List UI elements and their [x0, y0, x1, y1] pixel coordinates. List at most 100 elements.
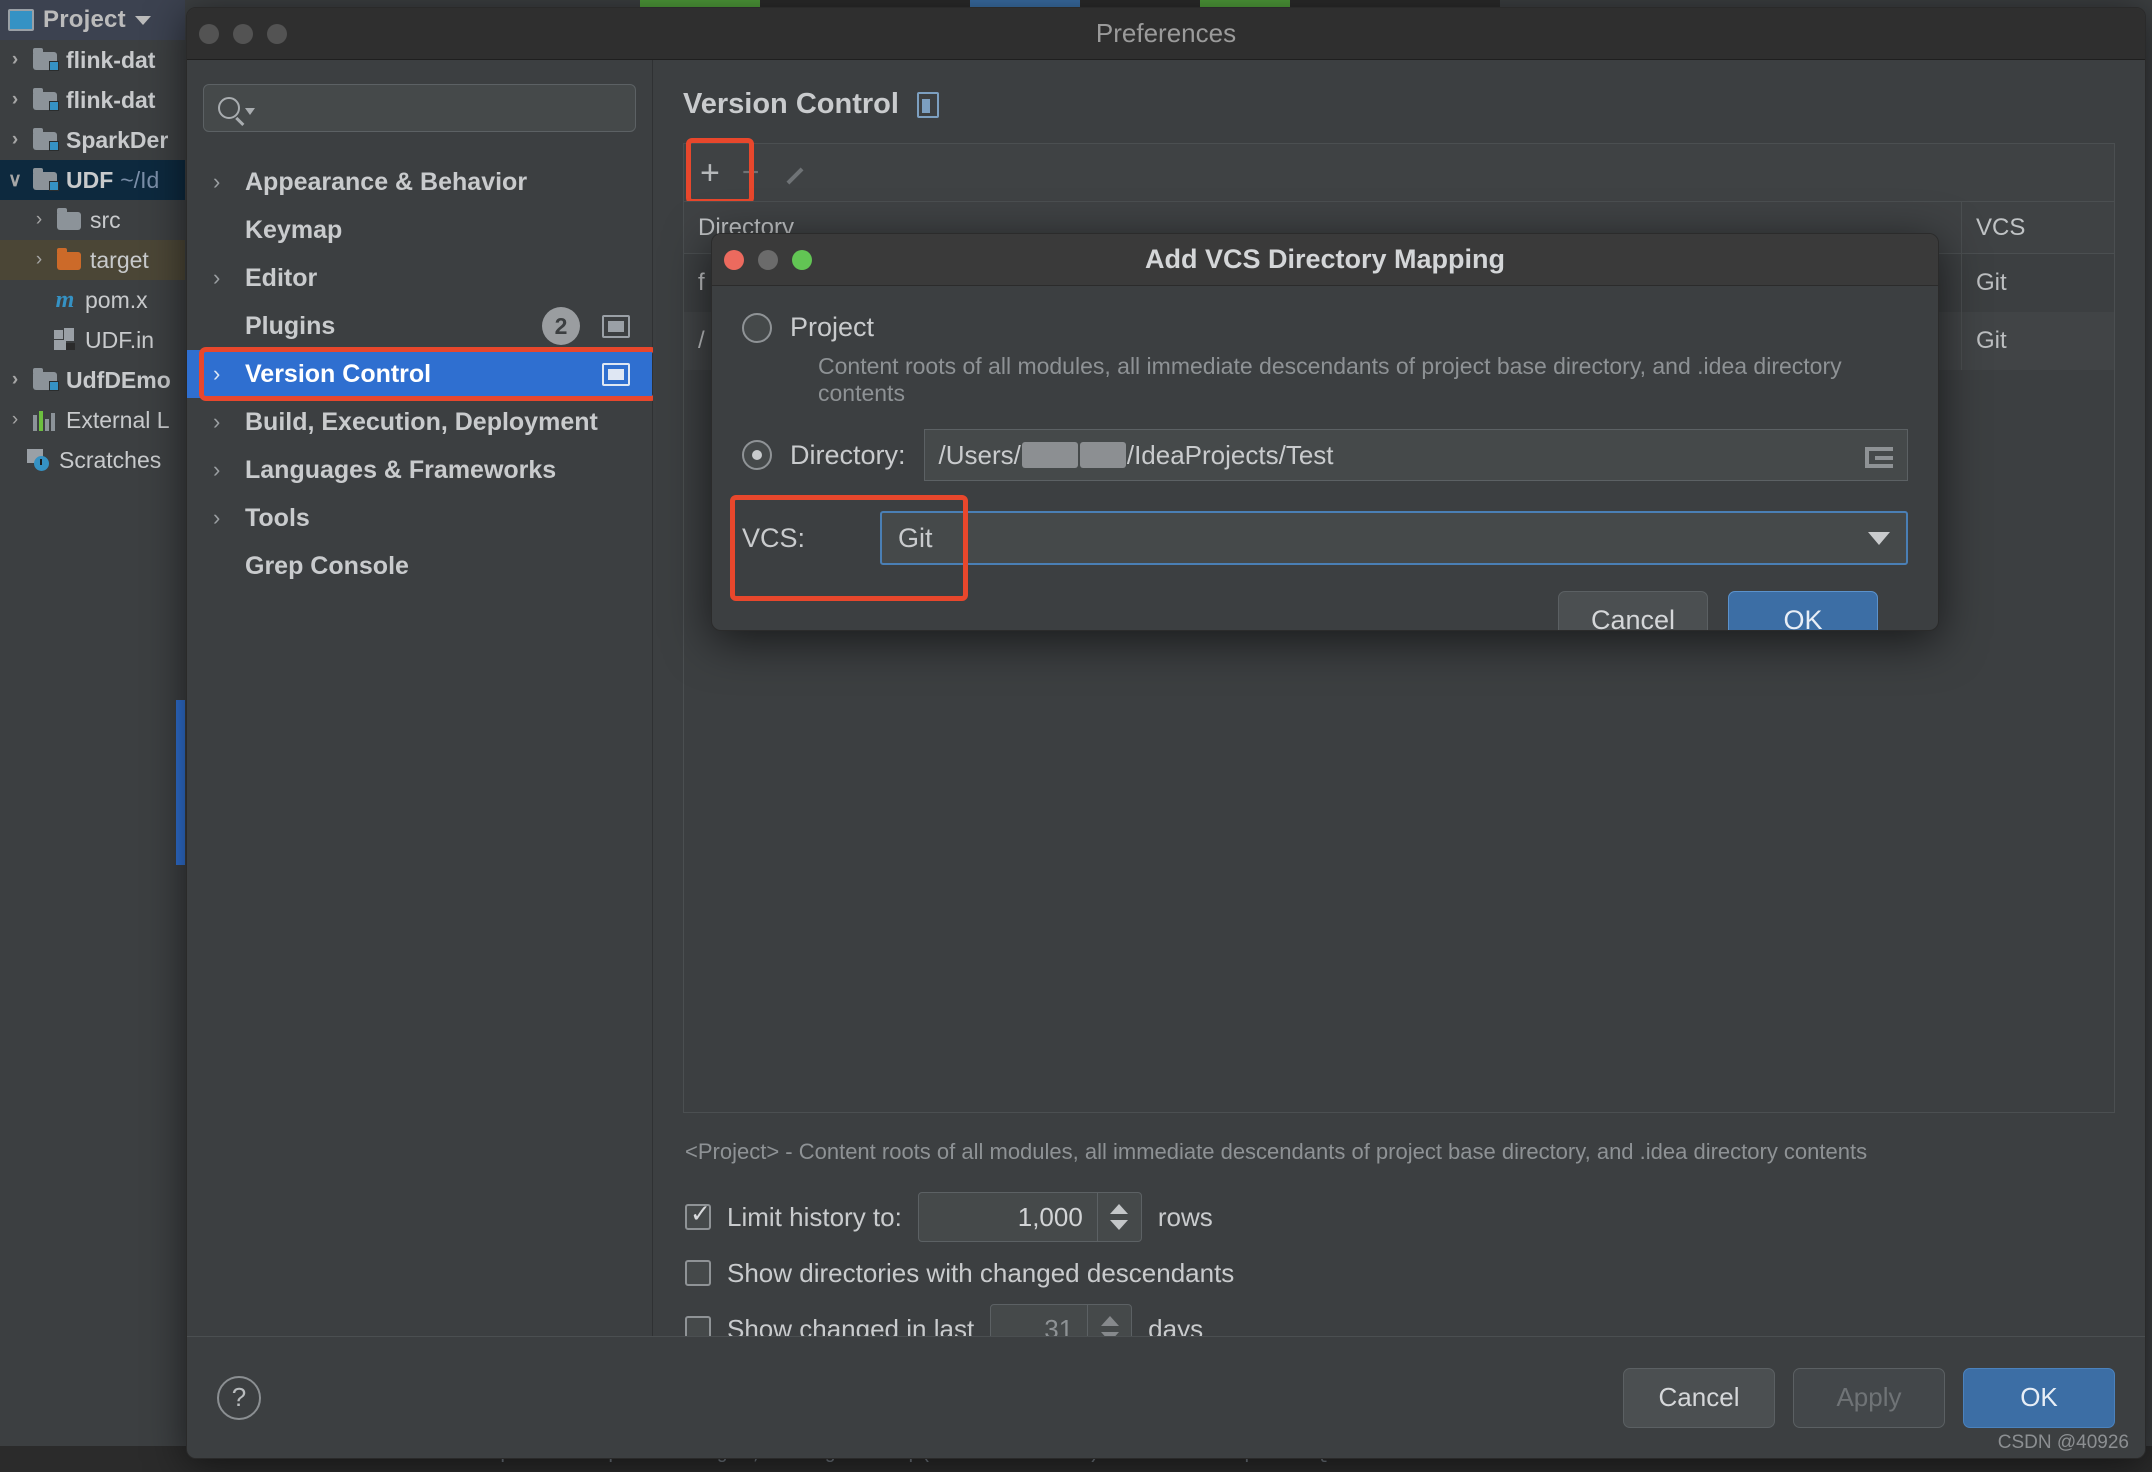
option-limit-history[interactable]: Limit history to: 1,000 rows: [685, 1189, 2145, 1245]
vcs-row[interactable]: VCS: Git: [730, 495, 1908, 601]
redacted-username-block: [1079, 442, 1126, 468]
ok-button[interactable]: OK: [1963, 1367, 2115, 1428]
sidebar-item-appearance-behavior[interactable]: › Appearance & Behavior: [187, 158, 652, 206]
preferences-titlebar: Preferences: [187, 8, 2145, 60]
sidebar-item-version-control[interactable]: › Version Control: [187, 347, 658, 401]
cell-vcs: Git: [1976, 327, 2007, 354]
sidebar-item-plugins[interactable]: › Plugins 2: [187, 302, 652, 350]
option-show-directories[interactable]: Show directories with changed descendant…: [685, 1245, 2145, 1301]
tree-item-src[interactable]: › src: [0, 200, 185, 240]
sidebar-item-languages-frameworks[interactable]: › Languages & Frameworks: [187, 446, 652, 494]
tree-item-label: target: [90, 246, 149, 273]
limit-history-checkbox[interactable]: [685, 1199, 711, 1230]
project-panel-title: Project: [43, 6, 126, 33]
sidebar-item-label: Plugins: [245, 311, 336, 340]
column-header-vcs[interactable]: VCS: [1962, 202, 2114, 253]
page-title: Version Control: [683, 88, 899, 120]
expand-arrow-icon[interactable]: ›: [28, 249, 50, 271]
tree-item-udf-iml[interactable]: UDF.in: [0, 320, 185, 360]
module-folder-icon: [33, 368, 59, 391]
vcs-select[interactable]: Git: [880, 511, 1908, 565]
tree-item-scratches[interactable]: Scratches: [0, 440, 185, 480]
dialog-titlebar: Add VCS Directory Mapping: [712, 234, 1938, 286]
expand-arrow-icon[interactable]: ›: [213, 169, 241, 195]
sidebar-item-grep-console[interactable]: › Grep Console: [187, 542, 652, 590]
project-tool-window-header[interactable]: Project: [0, 0, 185, 40]
tree-item[interactable]: › SparkDer: [0, 120, 185, 160]
search-input[interactable]: [203, 84, 636, 132]
project-radio-label: Project: [790, 312, 875, 342]
expand-arrow-icon[interactable]: ›: [4, 369, 26, 391]
expand-arrow-icon[interactable]: ›: [213, 457, 241, 483]
tree-item[interactable]: › flink-dat: [0, 40, 185, 80]
vcs-label: VCS:: [742, 522, 806, 553]
expand-arrow-icon[interactable]: ›: [4, 89, 26, 111]
dialog-cancel-button[interactable]: Cancel: [1558, 591, 1708, 630]
tree-item-label: UDF: [66, 166, 114, 193]
chevron-down-icon[interactable]: [134, 15, 151, 25]
sidebar-item-editor[interactable]: › Editor: [187, 254, 652, 302]
tree-item-label: flink-dat: [66, 46, 156, 73]
tree-item-external-libraries[interactable]: › External L: [0, 400, 185, 440]
window-mode-icon[interactable]: [602, 362, 630, 386]
sidebar-item-label: Grep Console: [245, 551, 409, 580]
expand-arrow-icon[interactable]: ›: [213, 409, 241, 435]
preferences-title: Preferences: [1095, 18, 1237, 48]
directory-radio-row[interactable]: Directory: /Users/ /IdeaProjects/Test: [742, 429, 1908, 481]
tree-item-udfdemo[interactable]: › UdfDEmo: [0, 360, 185, 400]
redacted-username-block: [1021, 442, 1078, 468]
expand-arrow-icon[interactable]: ›: [213, 265, 241, 291]
folder-browse-icon[interactable]: [1865, 443, 1895, 468]
directory-radio-label: Directory:: [790, 439, 906, 470]
project-radio-row[interactable]: Project: [742, 312, 1908, 343]
limit-history-suffix: rows: [1157, 1201, 1213, 1232]
tree-item[interactable]: › flink-dat: [0, 80, 185, 120]
sidebar-item-tools[interactable]: › Tools: [187, 494, 652, 542]
preferences-footer: ? Cancel Apply OK CSDN @40926: [187, 1336, 2145, 1458]
directory-radio[interactable]: [742, 440, 772, 470]
edit-pencil-icon[interactable]: [781, 160, 807, 186]
help-button[interactable]: ?: [217, 1375, 261, 1420]
expand-arrow-icon[interactable]: ›: [4, 49, 26, 71]
project-radio[interactable]: [742, 312, 772, 343]
folder-orange-icon: [57, 248, 83, 271]
sidebar-item-build-execution-deployment[interactable]: › Build, Execution, Deployment: [187, 398, 652, 446]
plugins-update-badge: 2: [542, 307, 580, 345]
expand-arrow-icon[interactable]: ›: [4, 129, 26, 151]
limit-history-stepper[interactable]: 1,000: [917, 1192, 1142, 1242]
tree-item-pom[interactable]: m pom.x: [0, 280, 185, 320]
expand-arrow-icon[interactable]: ›: [28, 209, 50, 231]
chevron-down-icon[interactable]: [1868, 531, 1890, 545]
dialog-ok-button[interactable]: OK: [1728, 591, 1878, 630]
preferences-sidebar: › Appearance & Behavior › Keymap › Edito…: [187, 60, 658, 1385]
expand-arrow-icon[interactable]: ›: [213, 505, 241, 531]
sidebar-item-keymap[interactable]: › Keymap: [187, 206, 652, 254]
vcs-options: Limit history to: 1,000 rows Show direct…: [685, 1189, 2145, 1357]
project-scrollbar-thumb[interactable]: [176, 700, 185, 865]
window-mode-icon[interactable]: [602, 314, 630, 338]
expand-arrow-icon[interactable]: ›: [213, 361, 241, 387]
window-mode-icon[interactable]: [916, 91, 939, 118]
tree-item-udf[interactable]: ∨ UDF ~/Id: [0, 160, 185, 200]
project-mapping-hint: <Project> - Content roots of all modules…: [685, 1139, 1868, 1164]
module-folder-icon: [33, 168, 59, 191]
apply-button[interactable]: Apply: [1793, 1367, 1945, 1428]
tree-item-target[interactable]: › target: [0, 240, 185, 280]
sidebar-item-label: Appearance & Behavior: [245, 167, 528, 196]
project-tree[interactable]: › flink-dat › flink-dat › SparkDer ∨ UDF…: [0, 40, 185, 480]
folder-icon: [57, 208, 83, 231]
directory-input[interactable]: /Users/ /IdeaProjects/Test: [923, 429, 1908, 481]
expand-arrow-icon[interactable]: ›: [4, 409, 26, 431]
show-directories-label: Show directories with changed descendant…: [727, 1257, 1235, 1288]
vcs-selected-value: Git: [898, 522, 933, 553]
sidebar-item-label: Version Control: [245, 359, 432, 388]
stepper-arrows[interactable]: [1096, 1193, 1141, 1241]
tree-item-path: ~/Id: [120, 166, 160, 193]
show-directories-checkbox[interactable]: [685, 1260, 711, 1286]
cancel-button[interactable]: Cancel: [1623, 1367, 1775, 1428]
dialog-buttons: Cancel OK: [742, 591, 1908, 630]
maven-icon: m: [55, 286, 75, 313]
limit-history-value[interactable]: 1,000: [919, 1193, 1097, 1241]
collapse-arrow-icon[interactable]: ∨: [4, 169, 26, 192]
chevron-down-icon[interactable]: [245, 107, 255, 115]
